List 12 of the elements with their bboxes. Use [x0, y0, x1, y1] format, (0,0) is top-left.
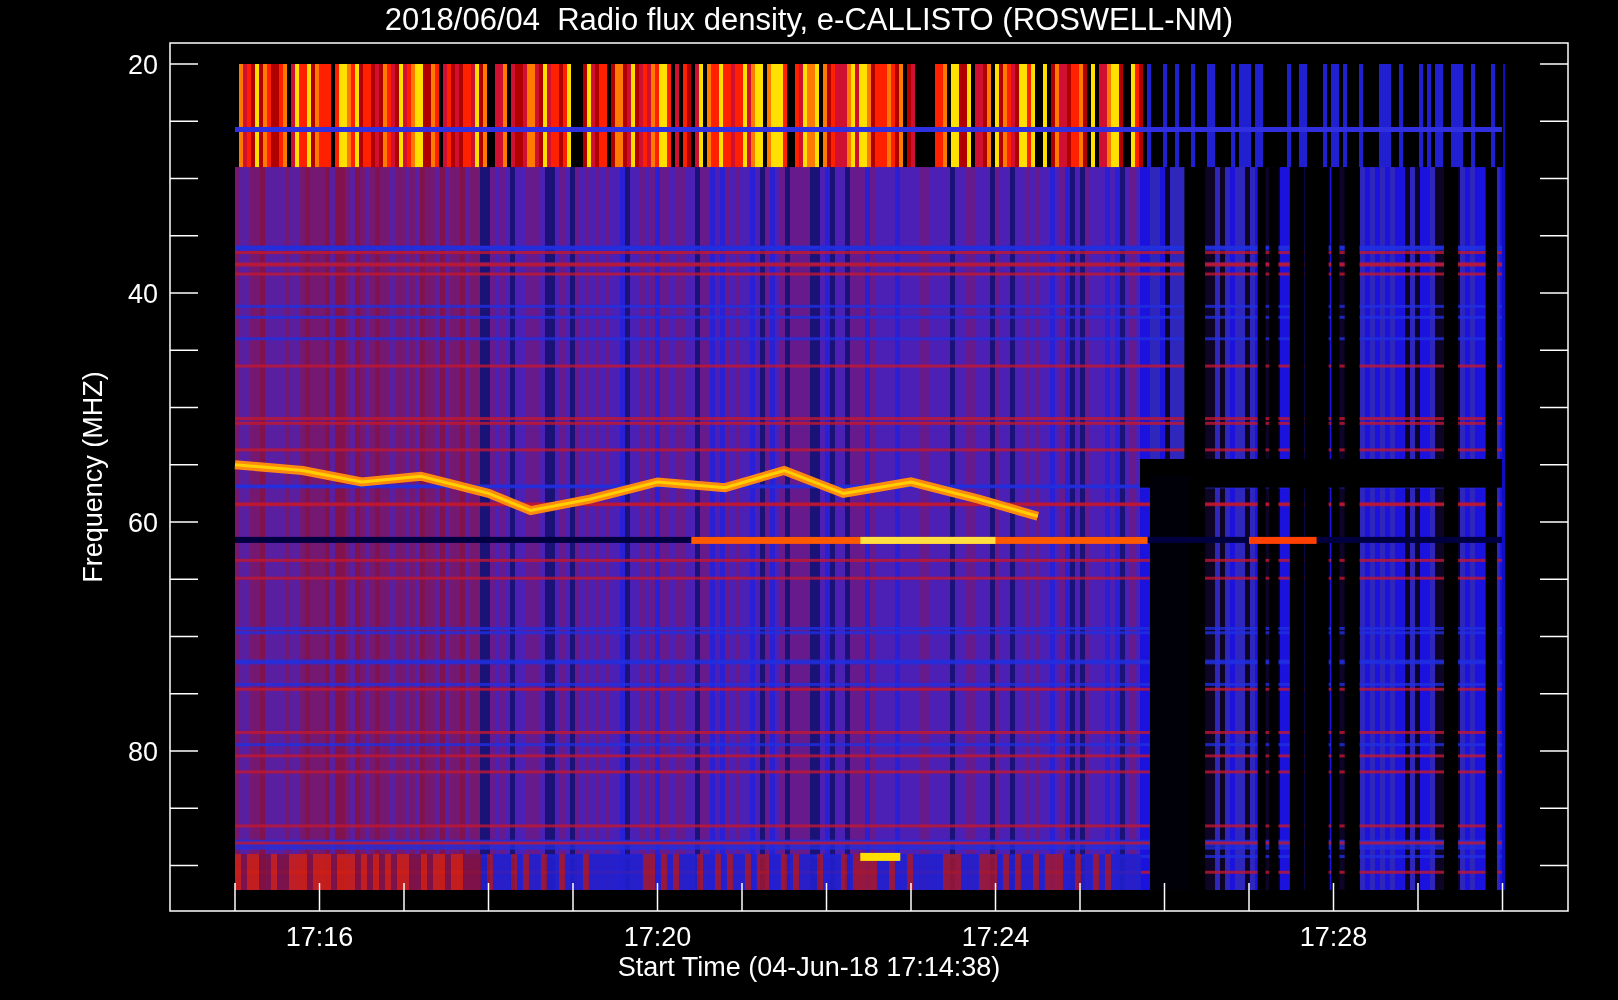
tick-label: 60 [127, 508, 158, 538]
tick-label: 17:16 [285, 922, 354, 952]
tick-label: 17:20 [623, 922, 692, 952]
tick-label: 40 [127, 279, 158, 309]
emission-spot [860, 852, 901, 861]
axis-label: Frequency (MHZ) [78, 371, 108, 583]
tick-label: 20 [127, 50, 158, 80]
tick-label: 17:28 [1299, 922, 1368, 952]
chart-title: 2018/06/04 Radio flux density, e-CALLISTO (ROSWELL-NM) [384, 2, 1234, 37]
axis-label: Start Time (04-Jun-18 17:14:38) [617, 952, 1001, 982]
tick-label: 17:24 [961, 922, 1030, 952]
tick-label: 80 [127, 737, 158, 767]
